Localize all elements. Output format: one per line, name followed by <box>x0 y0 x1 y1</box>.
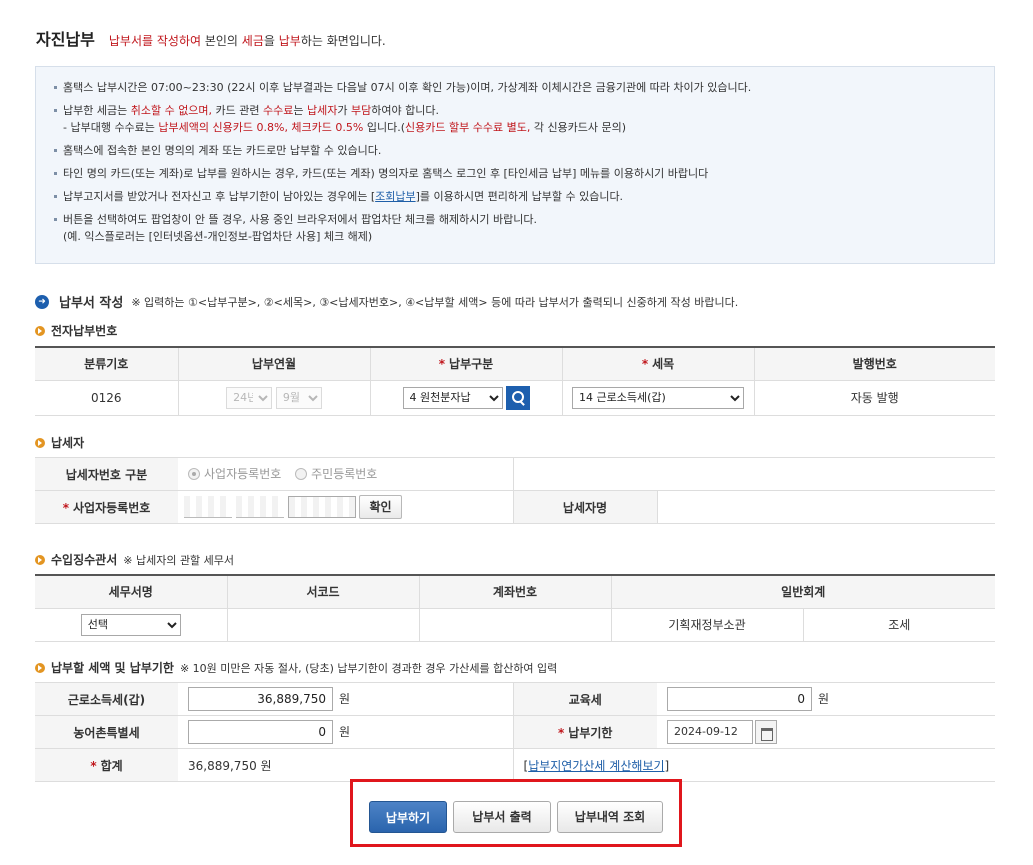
business-number-field-2[interactable] <box>235 496 284 518</box>
year-month-cell: 24년 9월 <box>177 380 370 416</box>
tax-office-select[interactable]: 선택 <box>80 613 181 636</box>
business-number-field-1[interactable] <box>184 496 232 518</box>
amount-table: 근로소득세(갑) 36,889,750 원 교육세 0원 농어촌특별세 0원 * 납… <box>35 682 995 782</box>
search-icon[interactable] <box>505 385 530 410</box>
tax-item-cell: 14 근로소득세(갑) <box>561 380 754 416</box>
class-code-value: 0126 <box>35 380 178 416</box>
calendar-icon[interactable] <box>755 720 777 744</box>
form-title: 납부서 작성 <box>59 296 124 311</box>
month-select[interactable]: 9월 <box>275 386 322 409</box>
notice-item: 납부고지서를 받았거나 전자신고 후 납부기한이 남아있는 경우에는 [조회납부… <box>54 188 976 205</box>
rural-tax-label: 농어촌특별세 <box>35 715 178 749</box>
bullet-arrow-icon <box>35 554 45 565</box>
section-electronic-number-header: 전자납부번호 <box>35 322 123 339</box>
business-number-field-3[interactable] <box>287 496 356 518</box>
section-tax-office-header: 수입징수관서 ※ 납세자의 관할 세무서 <box>35 551 234 568</box>
form-header: ➜ 납부서 작성 ※ 입력하는 ①<납부구분>, ②<세목>, ③<납세자번호>… <box>35 292 738 311</box>
notice-item: 타인 명의 카드(또는 계좌)로 납부를 원하시는 경우, 카드(또는 계좌) … <box>54 165 976 182</box>
total-label: * 합계 <box>35 748 178 782</box>
late-tax-calc-link[interactable]: 납부지연가산세 계산해보기 <box>528 759 664 773</box>
due-date-label: * 납부기한 <box>512 715 657 749</box>
section-taxpayer-header: 납세자 <box>35 434 90 451</box>
header-office-name: 세무서명 <box>35 574 227 609</box>
taxpayer-type-cell: 사업자등록번호 주민등록번호 <box>178 457 513 491</box>
page-title: 자진납부 <box>36 30 95 49</box>
notice-item: 홈택스 납부시간은 07:00~23:30 (22시 이후 납부결과는 다음날 … <box>54 79 976 96</box>
income-tax-label: 근로소득세(갑) <box>35 682 178 716</box>
header-tax-item: * 세목 <box>561 346 754 381</box>
header-class-code: 분류기호 <box>35 346 178 381</box>
pay-button[interactable]: 납부하기 <box>369 801 447 833</box>
taxpayer-name-value <box>656 490 995 524</box>
header-general-account: 일반회계 <box>610 574 995 609</box>
bullet-arrow-icon <box>35 325 45 336</box>
history-button[interactable]: 납부내역 조회 <box>557 801 663 833</box>
account-number-value <box>418 608 611 642</box>
electronic-number-table: 분류기호 납부연월 * 납부구분 * 세목 발행번호 0126 24년 9월 4 원… <box>35 346 995 416</box>
general-account-1: 기획재정부소관 <box>610 608 803 642</box>
pay-type-select[interactable]: 4 원천분자납 <box>402 386 503 409</box>
education-tax-input[interactable]: 0 <box>667 687 812 711</box>
bullet-arrow-icon <box>35 662 45 673</box>
header-year-month: 납부연월 <box>177 346 370 381</box>
radio-resident-number[interactable]: 주민등록번호 <box>295 465 377 482</box>
form-description: ※ 입력하는 ①<납부구분>, ②<세목>, ③<납세자번호>, ④<납부할 세… <box>131 295 739 309</box>
header-office-code: 서코드 <box>226 574 419 609</box>
notice-item: 홈택스에 접속한 본인 명의의 계좌 또는 카드로만 납부할 수 있습니다. <box>54 142 976 159</box>
general-account-2: 조세 <box>802 608 995 642</box>
business-number-cell: 확인 <box>178 490 513 524</box>
notice-item: 버튼을 선택하여도 팝업창이 안 뜰 경우, 사용 중인 브라우저에서 팝업차단… <box>54 211 976 245</box>
title-row: 자진납부 납부서를 작성하여 본인의 세금을 납부하는 화면입니다. <box>36 26 386 50</box>
notice-box: 홈택스 납부시간은 07:00~23:30 (22시 이후 납부결과는 다음날 … <box>35 66 995 264</box>
tax-office-table: 세무서명 서코드 계좌번호 일반회계 선택 기획재정부소관 조세 <box>35 574 995 642</box>
arrow-circle-icon: ➜ <box>35 294 49 309</box>
section-amount-header: 납부할 세액 및 납부기한 ※ 10원 미만은 자동 절사, (당초) 납부기한… <box>35 659 557 676</box>
inquiry-payment-link[interactable]: 조회납부 <box>375 190 415 203</box>
tax-item-select[interactable]: 14 근로소득세(갑) <box>572 386 744 409</box>
page-description: 납부서를 작성하여 본인의 세금을 납부하는 화면입니다. <box>108 34 386 48</box>
bullet-arrow-icon <box>35 437 45 448</box>
print-button[interactable]: 납부서 출력 <box>453 801 551 833</box>
confirm-button[interactable]: 확인 <box>359 495 402 519</box>
header-pay-type: * 납부구분 <box>369 346 562 381</box>
office-code-value <box>226 608 419 642</box>
header-account: 계좌번호 <box>418 574 611 609</box>
income-tax-input[interactable]: 36,889,750 <box>188 687 333 711</box>
education-tax-label: 교육세 <box>512 682 657 716</box>
taxpayer-table: 납세자번호 구분 사업자등록번호 주민등록번호 * 사업자등록번호 확인 납세자명 <box>35 457 995 524</box>
notice-item: 납부한 세금는 취소할 수 없으며, 카드 관련 수수료는 납세자가 부담하여야… <box>54 102 976 136</box>
office-select-cell: 선택 <box>35 608 227 642</box>
pay-type-cell: 4 원천분자납 <box>369 380 562 416</box>
header-issue-number: 발행번호 <box>753 346 995 381</box>
business-number-label: * 사업자등록번호 <box>35 490 178 524</box>
taxpayer-name-label: 납세자명 <box>512 490 657 524</box>
due-date-input[interactable]: 2024-09-12 <box>667 720 753 744</box>
rural-tax-input[interactable]: 0 <box>188 720 333 744</box>
issue-number-value: 자동 발행 <box>753 380 995 416</box>
radio-business-number[interactable]: 사업자등록번호 <box>188 465 281 482</box>
year-select[interactable]: 24년 <box>226 386 273 409</box>
action-button-area: 납부하기 납부서 출력 납부내역 조회 <box>350 779 682 847</box>
total-value: 36,889,750 원 <box>178 748 513 782</box>
taxpayer-type-label: 납세자번호 구분 <box>35 457 178 491</box>
